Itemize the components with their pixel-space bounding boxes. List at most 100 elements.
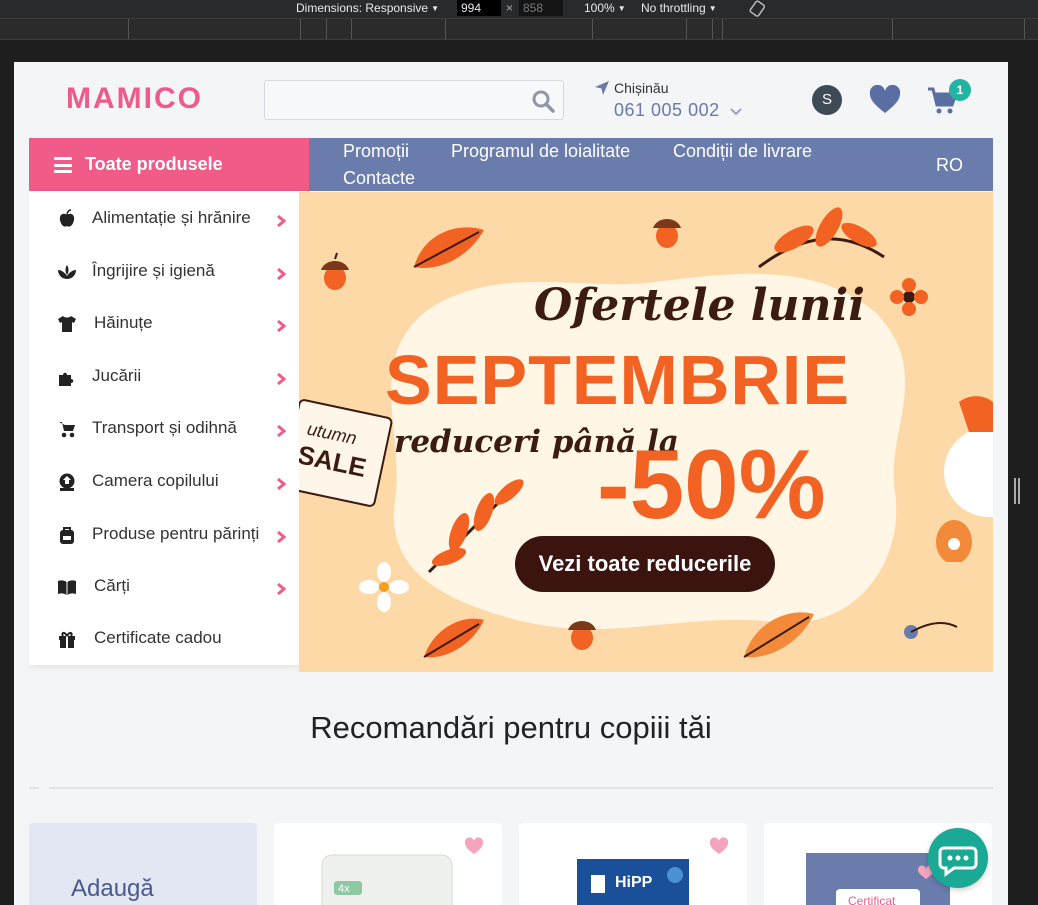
menu-item-camera[interactable]: Camera copilului (29, 456, 307, 508)
menu-item-label: Camera copilului (92, 471, 219, 490)
menu-item-label: Produse pentru părinți (92, 524, 260, 543)
search-input[interactable] (264, 80, 564, 120)
banner-percent: -50% (597, 429, 826, 539)
times-icon: × (506, 1, 514, 15)
menu-item-jucarii[interactable]: Jucării (29, 351, 307, 403)
twig-icon (904, 621, 958, 639)
branch-leaves-icon (427, 479, 524, 574)
acorn-icon (321, 252, 349, 290)
tshirt-icon (58, 316, 76, 332)
devtools-ruler (0, 18, 1038, 40)
zoom-label: 100% (584, 1, 615, 15)
devtools-toolbar: Dimensions: Responsive ▼ 994 × 858 100% ▼ … (0, 0, 1038, 18)
menu-item-label: Jucării (92, 366, 142, 385)
search-icon[interactable] (531, 89, 555, 113)
menu-item-label: Hăinuțe (94, 313, 153, 332)
chevron-right-icon (277, 477, 287, 491)
main-nav: Toate produsele Promoții Programul de lo… (29, 138, 993, 191)
menu-item-hainute[interactable]: Hăinuțe (29, 298, 307, 350)
puzzle-icon (59, 372, 74, 386)
dimensions-label: Dimensions: Responsive (296, 1, 429, 15)
all-products-button[interactable]: Toate produsele (29, 138, 309, 191)
dimensions-dropdown[interactable]: Dimensions: Responsive ▼ (296, 1, 439, 15)
city-label: Chișinău (614, 80, 669, 96)
chat-bubble-icon (938, 846, 978, 877)
menu-item-label: Îngrijire și igienă (92, 261, 215, 280)
chevron-right-icon (277, 530, 287, 544)
nav-link-livrare[interactable]: Condiții de livrare (673, 141, 812, 162)
menu-item-alimentatie[interactable]: Alimentație și hrănire (29, 193, 307, 245)
throttling-label: No throttling (641, 1, 706, 15)
leaf-icon (423, 618, 484, 658)
user-avatar[interactable]: S (812, 85, 842, 115)
menu-item-label: Transport și odihnă (92, 418, 237, 437)
product-card[interactable]: HiPP (519, 823, 747, 905)
language-selector[interactable]: RO (936, 155, 963, 176)
add-child-card[interactable]: Adaugă (29, 823, 257, 905)
menu-item-parinti[interactable]: Produse pentru părinți (29, 509, 307, 561)
backpack-icon (60, 527, 74, 544)
branch-leaves-icon (758, 207, 885, 269)
lotus-icon (58, 265, 76, 279)
tag-text: SALE (299, 439, 369, 483)
chevron-right-icon (277, 267, 287, 281)
product-label: Certificat (848, 894, 896, 905)
heart-icon[interactable] (709, 837, 729, 855)
gift-icon (59, 632, 75, 648)
crib-icon (59, 473, 75, 491)
banner-month: SEPTEMBRIE (385, 341, 851, 419)
caret-down-icon: ▼ (708, 4, 717, 13)
caret-down-icon: ▼ (617, 4, 626, 13)
site-viewport: MAMICO Chișinău 061 005 002 S 1 Toate pr… (14, 62, 1008, 905)
all-products-label: Toate produsele (85, 154, 223, 174)
phone-number[interactable]: 061 005 002 (614, 100, 720, 121)
site-logo[interactable]: MAMICO (66, 82, 203, 116)
chevron-right-icon (277, 582, 287, 596)
zoom-dropdown[interactable]: 100% ▼ (584, 1, 626, 15)
chevron-right-icon (277, 319, 287, 333)
nav-link-promotii[interactable]: Promoții (343, 141, 409, 162)
chevron-down-icon[interactable] (730, 107, 742, 116)
fox-character-icon (936, 396, 993, 562)
menu-item-label: Alimentație și hrănire (92, 208, 251, 227)
height-input[interactable]: 858 (519, 0, 563, 16)
rotate-icon[interactable] (748, 0, 766, 17)
product-card[interactable]: 4x (274, 823, 502, 905)
throttling-dropdown[interactable]: No throttling ▼ (641, 1, 717, 15)
apple-icon (59, 209, 75, 227)
add-card-label: Adaugă (71, 875, 154, 902)
banner-heading: Ofertele lunii (534, 280, 865, 331)
hipp-box-image: HiPP (577, 859, 689, 905)
wipes-pack-image: 4x (321, 854, 453, 905)
product-label: 4x (338, 883, 350, 895)
menu-icon (54, 157, 72, 173)
menu-item-carti[interactable]: Cărți (29, 561, 307, 613)
chat-button[interactable] (928, 828, 988, 888)
cart-count-badge: 1 (949, 79, 971, 101)
section-divider (29, 787, 993, 789)
acorn-icon (653, 219, 681, 248)
menu-item-ingrijire[interactable]: Îngrijire și igienă (29, 246, 307, 298)
chevron-right-icon (277, 214, 287, 228)
menu-item-label: Certificate cadou (94, 628, 222, 647)
heart-icon[interactable] (464, 837, 484, 855)
promo-banner[interactable]: utumn SALE Ofertele lunii SEPTEMBRIE red… (299, 192, 993, 672)
menu-item-transport[interactable]: Transport și odihnă (29, 403, 307, 455)
nav-link-contacte[interactable]: Contacte (343, 168, 415, 189)
chevron-right-icon (277, 372, 287, 386)
width-input[interactable]: 994 (457, 0, 501, 16)
nav-link-loialitate[interactable]: Programul de loialitate (451, 141, 630, 162)
resize-handle[interactable] (1014, 478, 1020, 504)
menu-item-label: Cărți (94, 576, 130, 595)
see-all-discounts-button[interactable]: Vezi toate reducerile (515, 536, 775, 592)
category-menu: Alimentație și hrănire Îngrijire și igie… (29, 191, 307, 665)
leaf-icon (743, 612, 814, 658)
wishlist-heart-icon[interactable] (869, 85, 901, 115)
acorn-icon (568, 621, 596, 650)
section-title: Recomandări pentru copiii tăi (310, 710, 712, 745)
leaf-icon (413, 227, 484, 268)
chevron-right-icon (277, 424, 287, 438)
caret-down-icon: ▼ (431, 4, 439, 13)
stroller-icon (59, 422, 75, 438)
menu-item-certificate[interactable]: Certificate cadou (29, 613, 307, 665)
